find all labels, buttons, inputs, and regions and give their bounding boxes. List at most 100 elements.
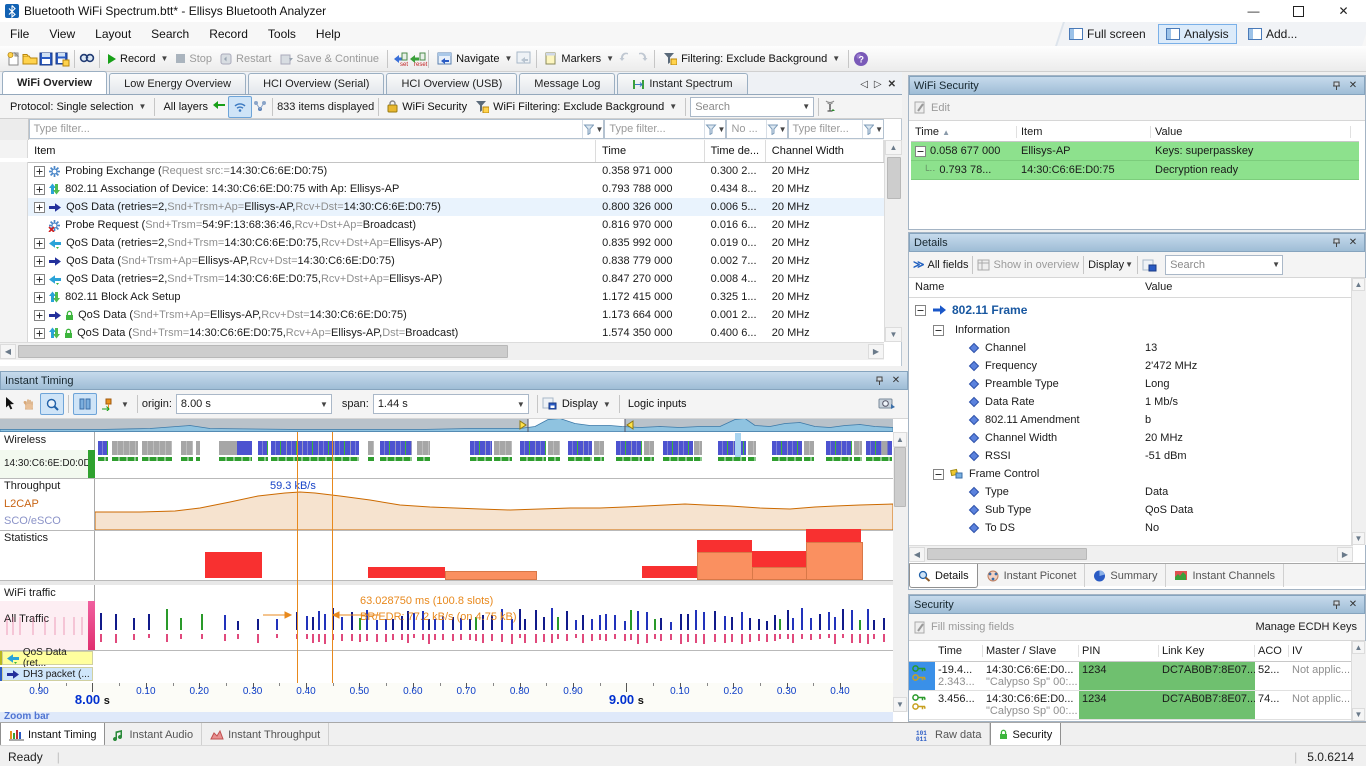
details-tab-instant-channels[interactable]: Instant Channels bbox=[1166, 564, 1284, 587]
open-file-icon[interactable] bbox=[22, 51, 38, 67]
wifi-security-button[interactable]: WiFi Security bbox=[383, 98, 471, 115]
tree-row[interactable]: 802.11 Frame bbox=[909, 299, 1353, 321]
next-marker-icon[interactable] bbox=[634, 51, 650, 67]
close-panel-icon[interactable]: ✕ bbox=[1346, 237, 1360, 248]
layout-button-analysis[interactable]: Analysis bbox=[1158, 24, 1237, 44]
packet-burst[interactable] bbox=[568, 441, 592, 455]
tree-row[interactable]: Frame Control bbox=[909, 465, 1353, 483]
column-filter[interactable]: Type filter...▼ bbox=[29, 119, 605, 139]
table-row[interactable]: QoS Data (Snd+Trsm+Ap=Ellisys-AP, Rcv+Ds… bbox=[0, 306, 884, 324]
tree-row[interactable]: Sub TypeQoS Data bbox=[909, 501, 1353, 519]
packet-burst[interactable] bbox=[520, 441, 546, 455]
filter-funnel-icon[interactable]: ▼ bbox=[862, 120, 883, 138]
packet-burst[interactable] bbox=[694, 441, 702, 455]
packet-burst[interactable] bbox=[112, 441, 138, 455]
pan-tool-icon[interactable] bbox=[22, 396, 38, 412]
packet-burst[interactable] bbox=[142, 441, 172, 455]
manage-ecdh-keys-button[interactable]: Manage ECDH Keys bbox=[1256, 621, 1366, 633]
column-header-channel-width[interactable]: Channel Width bbox=[766, 140, 884, 162]
save-all-icon[interactable] bbox=[54, 51, 70, 67]
tab-scroll-left-icon[interactable]: ◁ bbox=[860, 79, 868, 90]
filtering-button[interactable]: Filtering: Exclude Background▼ bbox=[659, 50, 844, 67]
details-tab-summary[interactable]: Summary bbox=[1085, 564, 1166, 587]
wifisec-row[interactable]: └··0.793 78...14:30:C6:6E:D0:75Decryptio… bbox=[911, 161, 1359, 180]
prev-marker-icon[interactable] bbox=[618, 51, 634, 67]
packet-burst[interactable] bbox=[826, 441, 852, 455]
column-filter[interactable]: No ...▼ bbox=[726, 119, 787, 139]
time-marker[interactable] bbox=[332, 432, 333, 683]
tree-row[interactable]: 802.11 Amendmentb bbox=[909, 411, 1353, 429]
table-row[interactable]: QoS Data (retries=2, Snd+Trsm=14:30:C6:6… bbox=[0, 234, 884, 252]
packet-burst[interactable] bbox=[368, 441, 374, 455]
close-button[interactable]: ✕ bbox=[1321, 0, 1366, 22]
tab-hci-overview-serial-[interactable]: HCI Overview (Serial) bbox=[248, 73, 384, 94]
time-marker[interactable] bbox=[297, 432, 298, 683]
packet-burst[interactable] bbox=[804, 441, 814, 455]
new-file-icon[interactable] bbox=[6, 51, 22, 67]
maximize-button[interactable] bbox=[1276, 0, 1321, 22]
back-layer-icon[interactable] bbox=[212, 99, 228, 115]
tree-row[interactable]: Information bbox=[909, 321, 1353, 339]
antenna-icon[interactable] bbox=[823, 99, 839, 115]
columns-toggle-icon[interactable] bbox=[73, 393, 97, 415]
column-header-item[interactable]: Item bbox=[28, 140, 596, 162]
selected-packet[interactable] bbox=[735, 433, 741, 457]
pointer-tool-icon[interactable] bbox=[4, 396, 20, 412]
all-fields-button[interactable]: All fields bbox=[928, 259, 969, 271]
tree-row[interactable]: RSSI-51 dBm bbox=[909, 447, 1353, 465]
pin-icon[interactable] bbox=[1332, 600, 1346, 610]
packet-burst[interactable] bbox=[548, 441, 560, 455]
table-row[interactable]: QoS Data (retries=2, Snd+Trsm+Ap=Ellisys… bbox=[0, 198, 884, 216]
show-in-overview-button[interactable]: Show in overview bbox=[993, 259, 1079, 271]
stop-button[interactable]: Stop bbox=[172, 51, 216, 67]
tab-wifi-overview[interactable]: WiFi Overview bbox=[2, 71, 107, 94]
details-tab-details[interactable]: Details bbox=[909, 564, 978, 588]
wifisec-row[interactable]: 0.058 677 000Ellisys-APKeys: superpasske… bbox=[911, 142, 1359, 161]
find-icon[interactable] bbox=[79, 51, 95, 67]
record-button[interactable]: Record▼ bbox=[104, 51, 172, 67]
pin-icon[interactable] bbox=[1332, 238, 1346, 248]
menu-file[interactable]: File bbox=[0, 23, 39, 45]
tab-message-log[interactable]: Message Log bbox=[519, 73, 615, 94]
span-select[interactable]: 1.44 s▼ bbox=[373, 394, 529, 414]
packet-burst[interactable] bbox=[181, 441, 193, 455]
tree-row[interactable]: Frequency2'472 MHz bbox=[909, 357, 1353, 375]
menu-help[interactable]: Help bbox=[306, 23, 351, 45]
bottom-tab-instant-timing[interactable]: Instant Timing bbox=[0, 723, 105, 747]
snapshot-icon[interactable] bbox=[878, 396, 894, 412]
packet-burst[interactable] bbox=[380, 441, 412, 455]
packet-burst[interactable] bbox=[644, 441, 654, 455]
tree-row[interactable]: Channel Width20 MHz bbox=[909, 429, 1353, 447]
security-row[interactable]: -19.4...2.343...14:30:C6:6E:D0..."Calyps… bbox=[909, 662, 1353, 691]
packet-burst[interactable] bbox=[882, 441, 892, 455]
tree-row[interactable]: Channel13 bbox=[909, 339, 1353, 357]
menu-search[interactable]: Search bbox=[141, 23, 199, 45]
table-row[interactable]: Probe Request (Snd+Trsm=54:9F:13:68:36:4… bbox=[0, 216, 884, 234]
pin-icon[interactable] bbox=[875, 376, 889, 386]
security-column-header[interactable]: IV bbox=[1289, 645, 1353, 657]
tab-scroll-right-icon[interactable]: ▷ bbox=[874, 79, 882, 90]
security-vscrollbar[interactable]: ▲ ▼ bbox=[1351, 641, 1366, 721]
packet-burst[interactable] bbox=[98, 441, 108, 455]
protocol-select[interactable]: Protocol: Single selection▼ bbox=[6, 99, 150, 115]
packet-burst[interactable] bbox=[258, 441, 268, 455]
display-button[interactable]: Display bbox=[1088, 259, 1124, 271]
timeline-tag[interactable]: QoS Data (ret... bbox=[2, 651, 93, 665]
tree-row[interactable]: Data Rate1 Mb/s bbox=[909, 393, 1353, 411]
table-row[interactable]: Probing Exchange (Request src:=14:30:C6:… bbox=[0, 162, 884, 180]
markers-button[interactable]: Markers▼ bbox=[541, 50, 618, 67]
save-continue-button[interactable]: Save & Continue bbox=[276, 51, 384, 67]
piconet-layer-icon[interactable] bbox=[252, 99, 268, 115]
security-column-header[interactable]: Master / Slave bbox=[983, 645, 1079, 657]
minimize-button[interactable]: — bbox=[1231, 0, 1276, 22]
security-column-header[interactable]: Time bbox=[935, 645, 983, 657]
table-row[interactable]: 802.11 Block Ack Setup1.172 415 0000.325… bbox=[0, 288, 884, 306]
packet-burst[interactable] bbox=[470, 441, 492, 455]
packet-burst[interactable] bbox=[417, 441, 430, 455]
packet-burst[interactable] bbox=[616, 441, 642, 455]
marker-tool-button[interactable]: ▼ bbox=[97, 396, 133, 413]
menu-tools[interactable]: Tools bbox=[258, 23, 306, 45]
grid-hscrollbar[interactable]: ◀ ▶ bbox=[0, 342, 884, 360]
column-header-time-de-[interactable]: Time de... bbox=[705, 140, 766, 162]
tab-instant-spectrum[interactable]: Instant Spectrum bbox=[617, 73, 747, 94]
